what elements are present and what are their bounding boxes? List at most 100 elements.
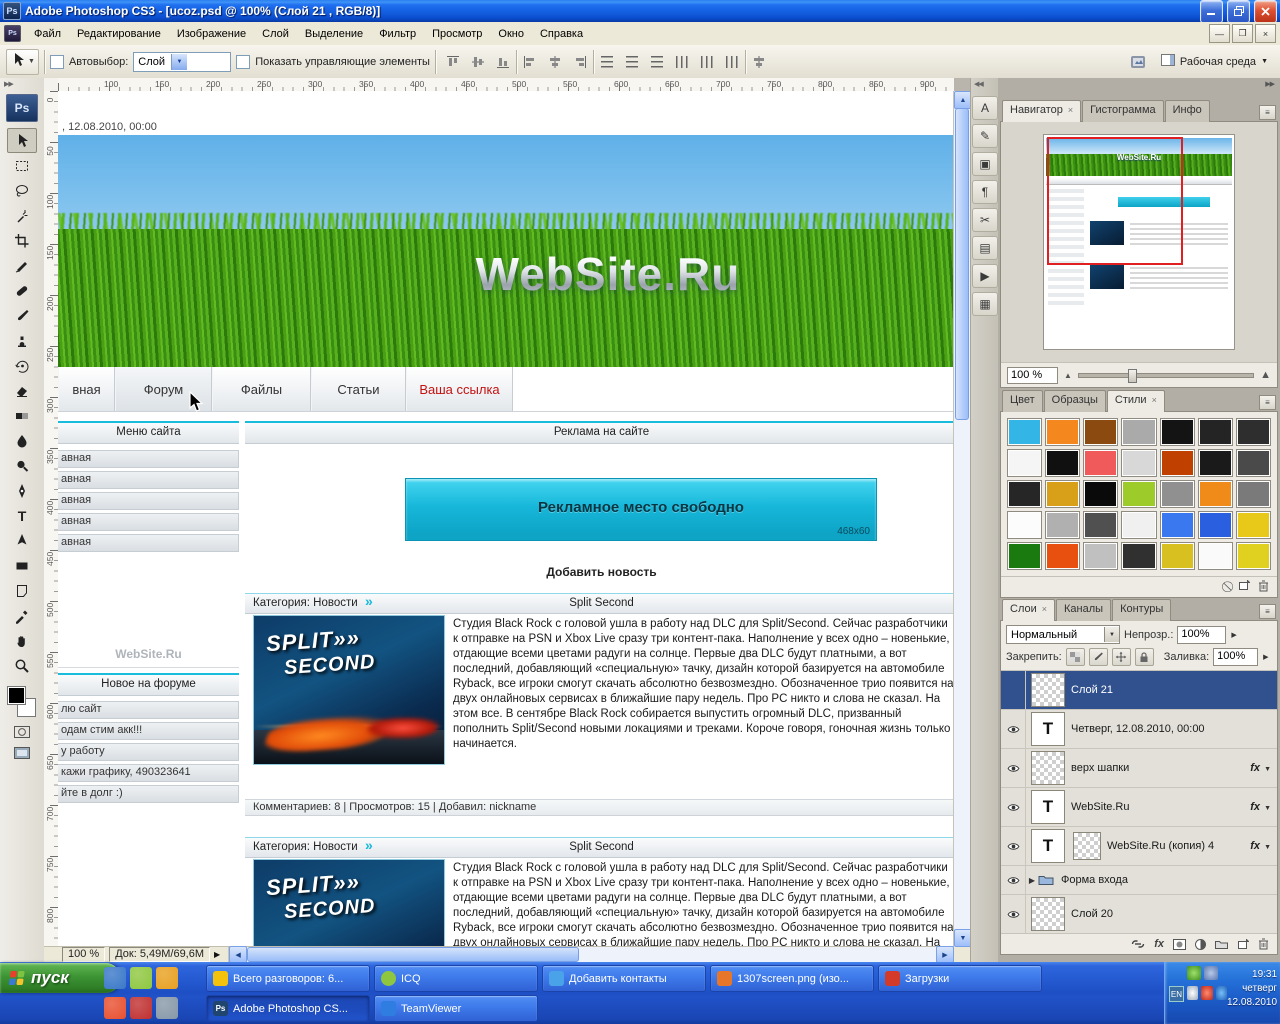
layer-row[interactable]: ▶Форма входа: [1001, 866, 1277, 895]
hand-tool[interactable]: [7, 628, 37, 653]
style-swatch[interactable]: [1198, 480, 1233, 508]
slice-tool[interactable]: [7, 253, 37, 278]
vertical-ruler[interactable]: 0501001502002503003504004505005506006507…: [44, 91, 59, 947]
brush-tool[interactable]: [7, 303, 37, 328]
style-swatch[interactable]: [1045, 449, 1080, 477]
lock-position-icon[interactable]: [1112, 648, 1131, 666]
document-viewport[interactable]: , 12.08.2010, 00:00 WebSite.Ru внаяФорум…: [58, 91, 954, 947]
layer-fx-badge[interactable]: fx ▼: [1250, 840, 1271, 852]
panel-menu-icon[interactable]: ≡: [1259, 604, 1276, 619]
lock-pixels-icon[interactable]: [1089, 648, 1108, 666]
style-swatch[interactable]: [1160, 542, 1195, 570]
site-forum-item[interactable]: у работу: [58, 743, 239, 761]
workspace-dropdown[interactable]: Рабочая среда ▼: [1155, 52, 1274, 71]
tool-preset-picker[interactable]: ▼: [6, 49, 39, 75]
close-button[interactable]: [1254, 0, 1277, 23]
align-vertical-center-button[interactable]: [466, 51, 490, 73]
taskbar-button[interactable]: Загрузки: [878, 965, 1042, 992]
menu-Просмотр[interactable]: Просмотр: [424, 24, 490, 44]
photoshop-logo-button[interactable]: Ps: [6, 94, 38, 122]
styles-tab-Образцы[interactable]: Образцы: [1044, 390, 1106, 412]
tray-icon-update[interactable]: [1204, 966, 1218, 980]
horizontal-scroll-thumb[interactable]: [247, 947, 579, 962]
dodge-tool[interactable]: [7, 453, 37, 478]
delete-layer-icon[interactable]: [1258, 938, 1269, 950]
style-swatch[interactable]: [1083, 418, 1118, 446]
layer-style-icon[interactable]: fx: [1154, 938, 1164, 950]
layer-comps-panel-icon[interactable]: ▦: [972, 292, 998, 316]
layer-mask-icon[interactable]: [1173, 939, 1186, 950]
clone-source-panel-icon[interactable]: ▣: [972, 152, 998, 176]
navigator-tab-Навигатор[interactable]: Навигатор×: [1002, 100, 1081, 122]
style-swatch[interactable]: [1160, 449, 1195, 477]
site-forum-item[interactable]: кажи графику, 490323641: [58, 764, 239, 782]
style-swatch[interactable]: [1121, 449, 1156, 477]
new-style-icon[interactable]: [1238, 580, 1250, 594]
adjustment-layer-icon[interactable]: [1195, 939, 1206, 950]
distribute-left-button[interactable]: [670, 51, 694, 73]
slice-panel-icon[interactable]: ✂: [972, 208, 998, 232]
menu-Выделение[interactable]: Выделение: [297, 24, 371, 44]
fill-slider-arrow-icon[interactable]: ▶: [1263, 653, 1268, 661]
quick-mask-button[interactable]: [10, 723, 34, 741]
quick-launch-icon[interactable]: [130, 997, 152, 1019]
tray-icon-volume[interactable]: [1187, 986, 1198, 1000]
style-swatch[interactable]: [1236, 418, 1271, 446]
site-menu-item[interactable]: авная: [58, 471, 239, 489]
zoom-slider-thumb[interactable]: [1128, 369, 1137, 383]
align-bottom-button[interactable]: [491, 51, 515, 73]
taskbar-button[interactable]: PsAdobe Photoshop CS...: [206, 995, 370, 1022]
style-swatch[interactable]: [1160, 418, 1195, 446]
align-top-button[interactable]: [441, 51, 465, 73]
close-tab-icon[interactable]: ×: [1068, 105, 1073, 115]
quick-launch-icon[interactable]: [156, 967, 178, 989]
navigator-tab-Инфо[interactable]: Инфо: [1165, 100, 1210, 122]
delete-style-icon[interactable]: [1258, 580, 1269, 595]
taskbar-clock[interactable]: 19:31 четверг 12.08.2010: [1227, 962, 1280, 1024]
site-forum-item[interactable]: йте в долг :): [58, 785, 239, 803]
fill-field[interactable]: 100%: [1213, 648, 1258, 666]
taskbar-button[interactable]: 1307screen.png (изо...: [710, 965, 874, 992]
resize-grip[interactable]: [954, 947, 970, 962]
go-to-bridge-button[interactable]: [1126, 51, 1150, 73]
taskbar-button[interactable]: ICQ: [374, 965, 538, 992]
style-swatch[interactable]: [1007, 480, 1042, 508]
taskbar-button[interactable]: TeamViewer: [374, 995, 538, 1022]
style-swatch[interactable]: [1007, 542, 1042, 570]
color-chips[interactable]: [7, 686, 37, 720]
auto-align-layers-button[interactable]: [747, 51, 771, 73]
show-transform-controls-checkbox[interactable]: [236, 55, 250, 69]
style-swatch[interactable]: [1198, 542, 1233, 570]
site-forum-item[interactable]: лю сайт: [58, 701, 239, 719]
language-indicator[interactable]: EN: [1169, 986, 1184, 1002]
quick-launch-icon[interactable]: [156, 997, 178, 1019]
doc-minimize-button[interactable]: —: [1209, 24, 1230, 43]
quick-launch-icon[interactable]: [104, 997, 126, 1019]
scroll-right-button[interactable]: ▶: [936, 946, 954, 963]
notes-tool[interactable]: [7, 578, 37, 603]
style-swatch[interactable]: [1121, 511, 1156, 539]
auto-select-dropdown[interactable]: Слой ▼: [133, 52, 231, 72]
navigator-zoom-slider[interactable]: [1078, 373, 1254, 378]
style-swatch[interactable]: [1121, 418, 1156, 446]
layers-tab-Контуры[interactable]: Контуры: [1112, 599, 1171, 621]
new-group-icon[interactable]: [1215, 939, 1228, 949]
style-swatch[interactable]: [1121, 542, 1156, 570]
layer-visibility-toggle[interactable]: [1001, 710, 1026, 748]
toolbar-collapse-chevron-icon[interactable]: ▶▶: [0, 78, 44, 92]
close-tab-icon[interactable]: ×: [1152, 395, 1157, 405]
layer-row[interactable]: Слой 20: [1001, 895, 1277, 933]
lasso-tool[interactable]: [7, 178, 37, 203]
tray-icon-antivirus[interactable]: [1187, 966, 1201, 980]
blend-mode-dropdown[interactable]: Нормальный ▼: [1006, 625, 1120, 644]
layer-row[interactable]: верх шапкиfx ▼: [1001, 749, 1277, 788]
shape-tool[interactable]: [7, 553, 37, 578]
style-swatch[interactable]: [1160, 511, 1195, 539]
site-menu-item[interactable]: авная: [58, 450, 239, 468]
style-swatch[interactable]: [1236, 480, 1271, 508]
restore-button[interactable]: [1227, 0, 1250, 23]
actions-panel-icon[interactable]: ▶: [972, 264, 998, 288]
scroll-left-button[interactable]: ◀: [229, 946, 247, 963]
layer-visibility-toggle[interactable]: [1001, 866, 1026, 894]
navigator-zoom-field[interactable]: 100 %: [1007, 367, 1058, 384]
